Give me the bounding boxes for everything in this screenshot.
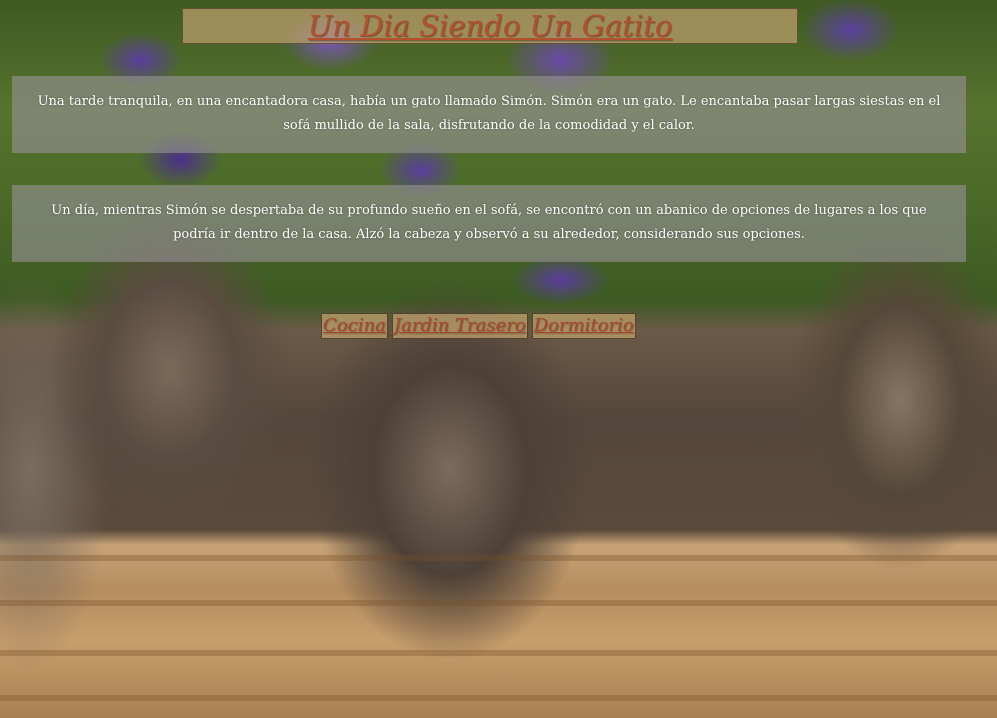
basket-slat: [0, 695, 997, 701]
nav-link-jardin-trasero[interactable]: Jardin Trasero: [391, 313, 528, 339]
story-paragraph-2-text: Un día, mientras Simón se despertaba de …: [51, 203, 927, 242]
page-title-link[interactable]: Un Dia Siendo Un Gatito: [308, 9, 672, 43]
choice-nav: Cocina Jardin Trasero Dormitorio: [321, 313, 636, 339]
page-title-bar: Un Dia Siendo Un Gatito: [182, 8, 798, 44]
nav-link-cocina[interactable]: Cocina: [321, 313, 388, 339]
story-paragraph-1-text: Una tarde tranquila, en una encantadora …: [37, 94, 941, 133]
nav-link-dormitorio[interactable]: Dormitorio: [531, 313, 636, 339]
basket-slat: [0, 650, 997, 656]
basket-slat: [0, 600, 997, 606]
basket-slat: [0, 555, 997, 561]
story-paragraph-2: Un día, mientras Simón se despertaba de …: [12, 185, 966, 262]
story-paragraph-1: Una tarde tranquila, en una encantadora …: [12, 76, 966, 153]
